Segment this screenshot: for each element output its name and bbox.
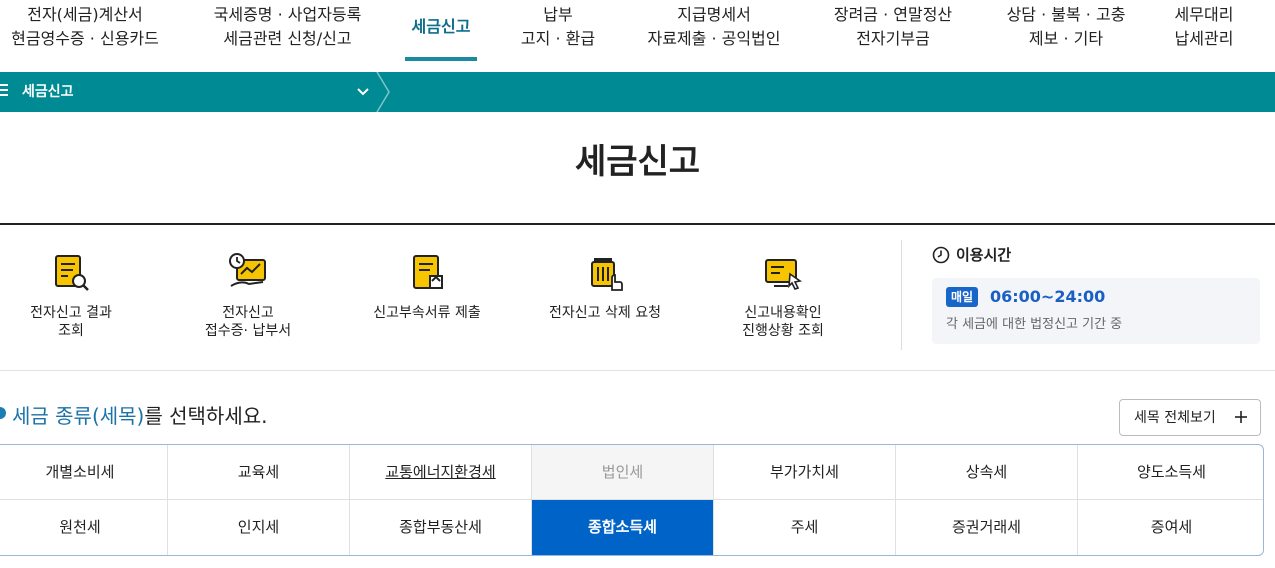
tax-type-cell[interactable]: 부가가치세 bbox=[714, 445, 896, 500]
nav-item-line1: 상담 · 불복 · 고충 bbox=[1006, 5, 1126, 24]
nav-item-incentive[interactable]: 장려금 · 연말정산 전자기부금 bbox=[826, 3, 960, 51]
breadcrumb: 세금신고 bbox=[0, 72, 1275, 112]
tax-type-label: 교통에너지환경세 bbox=[385, 463, 496, 481]
tax-type-cell[interactable]: 인지세 bbox=[168, 500, 350, 555]
nav-item-line1: 납부 bbox=[543, 5, 573, 24]
tax-type-cell[interactable]: 종합소득세 bbox=[532, 500, 714, 555]
usage-hours: 06:00~24:00 bbox=[990, 287, 1106, 306]
nav-item-line1: 지급명세서 bbox=[677, 5, 751, 24]
nav-active-underline bbox=[405, 57, 477, 61]
tax-type-label: 인지세 bbox=[237, 518, 280, 536]
tax-type-cell[interactable]: 증여세 bbox=[1078, 500, 1263, 555]
chevron-down-icon[interactable] bbox=[356, 82, 370, 102]
usage-note: 각 세금에 대한 법정신고 기간 중 bbox=[946, 317, 1123, 332]
tax-type-label: 원천세 bbox=[59, 518, 101, 536]
nav-item-e-invoice[interactable]: 전자(세금)계산서 현금영수증 · 신용카드 bbox=[5, 3, 165, 51]
clock-icon bbox=[932, 246, 950, 264]
service-filing-status[interactable]: 신고내용확인 진행상황 조회 bbox=[708, 250, 858, 340]
service-receipt[interactable]: 전자신고 접수증· 납부서 bbox=[173, 250, 323, 340]
page-title: 세금신고 bbox=[574, 142, 701, 182]
nav-item-line2: 현금영수증 · 신용카드 bbox=[11, 29, 159, 48]
nav-item-line1: 전자(세금)계산서 bbox=[27, 5, 143, 24]
nav-item-payment-statement[interactable]: 지급명세서 자료제출 · 공익법인 bbox=[640, 3, 788, 51]
trash-hand-icon bbox=[591, 258, 623, 291]
usage-time-title: 이용시간 bbox=[956, 246, 1012, 264]
tax-type-label: 상속세 bbox=[965, 463, 1008, 481]
tax-type-cell[interactable]: 종합부동산세 bbox=[350, 500, 532, 555]
nav-item-certificates[interactable]: 국세증명 · 사업자등록 세금관련 신청/신고 bbox=[205, 3, 370, 51]
services-divider bbox=[901, 240, 902, 350]
nav-item-line2: 세금관련 신청/신고 bbox=[223, 29, 352, 48]
tax-type-label: 개별소비세 bbox=[45, 463, 115, 481]
tax-type-heading: 세금 종류(세목)를 선택하세요. bbox=[12, 402, 268, 430]
tax-type-cell[interactable]: 교통에너지환경세 bbox=[350, 445, 532, 500]
tax-type-label: 증권거래세 bbox=[951, 518, 1021, 536]
nav-item-line2: 자료제출 · 공익법인 bbox=[647, 29, 781, 48]
top-navigation: 전자(세금)계산서 현금영수증 · 신용카드 국세증명 · 사업자등록 세금관련… bbox=[0, 0, 1275, 72]
section-divider bbox=[0, 370, 1275, 371]
tax-type-cell[interactable]: 증권거래세 bbox=[896, 500, 1078, 555]
view-all-label: 세목 전체보기 bbox=[1134, 410, 1216, 426]
service-label-line2: 진행상황 조회 bbox=[742, 323, 824, 339]
tax-type-cell[interactable]: 양도소득세 bbox=[1078, 445, 1263, 500]
service-label-line1: 전자신고 삭제 요청 bbox=[549, 305, 661, 321]
service-label-line1: 전자신고 bbox=[222, 305, 274, 321]
tax-type-label: 양도소득세 bbox=[1136, 463, 1206, 481]
nav-item-line1: 장려금 · 연말정산 bbox=[833, 5, 953, 24]
nav-item-line2: 고지 · 환급 bbox=[520, 29, 596, 48]
view-all-tax-types-button[interactable]: 세목 전체보기 bbox=[1119, 399, 1261, 436]
nav-item-payment[interactable]: 납부 고지 · 환급 bbox=[514, 3, 602, 51]
service-label-line1: 신고부속서류 제출 bbox=[373, 305, 481, 321]
tax-type-label: 교육세 bbox=[237, 463, 280, 481]
nav-item-tax-filing[interactable]: 세금신고 bbox=[405, 15, 477, 39]
breadcrumb-label: 세금신고 bbox=[22, 84, 74, 100]
nav-item-line1: 세무대리 bbox=[1174, 5, 1234, 24]
menu-icon[interactable] bbox=[0, 84, 8, 98]
tax-type-cell[interactable]: 원천세 bbox=[0, 500, 168, 555]
tax-type-heading-rest: 를 선택하세요. bbox=[144, 404, 268, 428]
title-divider bbox=[0, 223, 1275, 225]
plus-icon bbox=[1235, 411, 1247, 423]
tax-type-cell[interactable]: 법인세 bbox=[532, 445, 714, 500]
daily-badge: 매일 bbox=[946, 287, 979, 307]
tax-type-label: 주세 bbox=[790, 518, 819, 536]
service-attachment-submit[interactable]: 신고부속서류 제출 bbox=[352, 250, 502, 322]
nav-item-line1: 세금신고 bbox=[411, 17, 471, 36]
service-label-line2: 조회 bbox=[58, 323, 84, 339]
clock-chart-hand-icon bbox=[229, 253, 266, 287]
service-label-line2: 접수증· 납부서 bbox=[204, 323, 292, 339]
nav-item-tax-agent[interactable]: 세무대리 납세관리 bbox=[1166, 3, 1242, 51]
nav-item-line2: 납세관리 bbox=[1174, 29, 1234, 48]
service-delete-request[interactable]: 전자신고 삭제 요청 bbox=[530, 250, 680, 322]
service-label-line1: 신고내용확인 bbox=[744, 305, 822, 321]
tax-type-grid: 개별소비세 교육세 교통에너지환경세 법인세 부가가치세 상속세 양도소득세원천세 인지세 종합… bbox=[0, 444, 1264, 556]
tax-type-cell[interactable]: 상속세 bbox=[896, 445, 1078, 500]
tax-type-cell[interactable]: 개별소비세 bbox=[0, 445, 168, 500]
breadcrumb-separator-icon bbox=[376, 72, 390, 112]
document-upload-icon bbox=[413, 255, 443, 289]
tax-type-label: 법인세 bbox=[601, 463, 644, 481]
usage-time-box: 매일 06:00~24:00 각 세금에 대한 법정신고 기간 중 bbox=[932, 278, 1260, 344]
document-search-icon bbox=[55, 255, 89, 291]
nav-item-consultation[interactable]: 상담 · 불복 · 고충 제보 · 기타 bbox=[996, 3, 1136, 51]
tax-type-label: 종합부동산세 bbox=[399, 518, 482, 536]
tax-type-cell[interactable]: 교육세 bbox=[168, 445, 350, 500]
tax-type-label: 증여세 bbox=[1150, 518, 1193, 536]
nav-item-line2: 제보 · 기타 bbox=[1028, 29, 1104, 48]
service-e-filing-result[interactable]: 전자신고 결과 조회 bbox=[0, 250, 146, 340]
nav-item-line1: 국세증명 · 사업자등록 bbox=[213, 5, 362, 24]
heading-bullet-icon bbox=[0, 407, 6, 419]
tax-type-heading-highlight: 세금 종류(세목) bbox=[12, 404, 145, 428]
nav-item-line2: 전자기부금 bbox=[856, 29, 930, 48]
tax-type-label: 종합소득세 bbox=[587, 518, 657, 536]
monitor-check-icon bbox=[765, 259, 802, 290]
tax-type-cell[interactable]: 주세 bbox=[714, 500, 896, 555]
tax-type-label: 부가가치세 bbox=[769, 463, 839, 481]
service-label-line1: 전자신고 결과 bbox=[30, 305, 112, 321]
